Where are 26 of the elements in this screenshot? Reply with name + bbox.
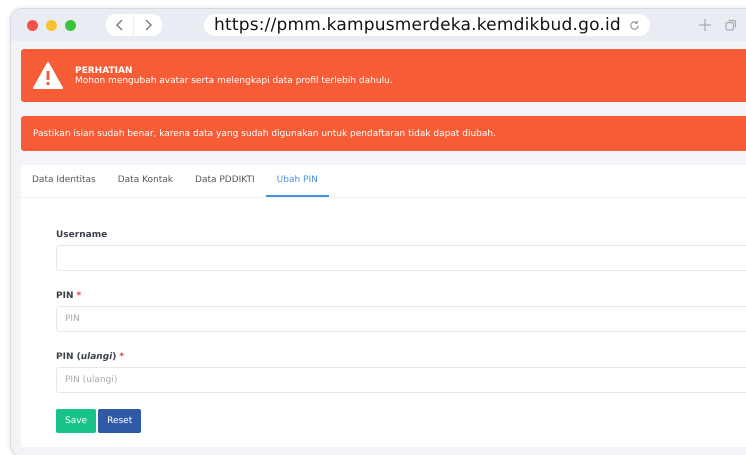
field-label: PIN (ulangi) * [56,352,126,362]
required-mark: * [119,352,124,362]
close-dot[interactable] [27,20,38,30]
address-bar[interactable]: https://pmm.kampusmerdeka.kemdikbud.go.id [204,14,650,36]
url-text: https://pmm.kampusmerdeka.kemdikbud.go.id [214,15,621,35]
input-field[interactable]: PIN [56,306,746,332]
tab[interactable]: Data Identitas [21,165,107,197]
input-field[interactable] [56,245,746,271]
chevron-right-icon [144,19,152,31]
warning-icon [33,62,63,89]
input-field[interactable]: PIN (ulangi) [56,367,746,393]
reload-icon[interactable] [628,20,640,30]
alert-title: PERHATIAN [75,66,134,76]
alert-message: Mohon mengubah avatar serta melengkapi data profil terlebih dahulu. [75,76,393,86]
reset-button[interactable]: Reset [98,409,142,433]
field-label: PIN * [56,291,82,301]
minimize-dot[interactable] [46,20,57,30]
alert-message: Pastikan isian sudah benar, karena data yang sudah digunakan untuk pendaftaran tidak dapat diubah. [33,128,496,138]
tab[interactable]: Data PDDIKTI [184,165,266,197]
tabs-icon[interactable] [725,19,737,31]
plus-icon[interactable] [699,19,711,31]
maximize-dot[interactable] [65,20,76,30]
required-mark: * [76,291,82,301]
field-label: Username [56,230,108,240]
chevron-left-icon [116,19,124,31]
tab[interactable]: Data Kontak [106,165,184,197]
